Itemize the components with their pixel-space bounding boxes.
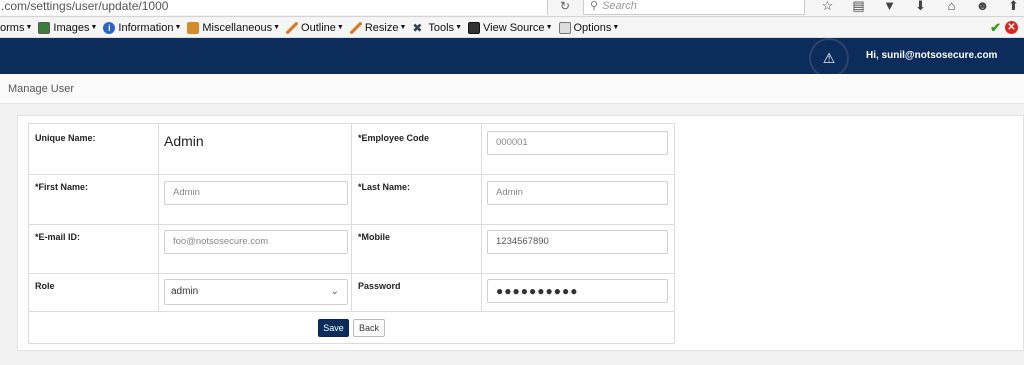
devbar-view-source[interactable]: View Source ▼	[468, 21, 553, 34]
employee-code-input[interactable]: 000001	[487, 131, 668, 155]
user-greeting[interactable]: Hi, sunil@notsosecure.com	[866, 50, 997, 61]
devbar-forms[interactable]: orms ▼	[0, 22, 32, 34]
devbar-miscellaneous-label: Miscellaneous	[202, 21, 273, 34]
password-label: Password	[358, 281, 401, 291]
reload-icon[interactable]: ↻	[552, 0, 578, 15]
role-label-cell: Role	[29, 274, 159, 312]
email-label: *E-mail ID:	[35, 232, 81, 242]
unique-name-label: Unique Name:	[35, 133, 96, 143]
employee-code-value-cell: 000001	[482, 124, 675, 175]
outline-icon	[286, 21, 299, 34]
devbar-resize-label: Resize	[364, 21, 399, 34]
devbar-status: ✔ ✕	[990, 21, 1018, 34]
mobile-input[interactable]: 1234567890	[487, 230, 668, 254]
upload-icon[interactable]: ⬆	[998, 0, 1024, 15]
unique-name-value-cell: Admin	[159, 124, 352, 175]
smiley-icon[interactable]: ☻	[967, 0, 998, 15]
resize-icon	[349, 21, 362, 34]
chevron-down-icon: ⌄	[330, 286, 339, 297]
password-value-cell: ●●●●●●●●●●	[482, 274, 675, 312]
back-button[interactable]: Back	[353, 319, 385, 337]
miscellaneous-icon	[187, 21, 200, 34]
error-close-icon[interactable]: ✕	[1005, 21, 1018, 34]
role-label: Role	[35, 281, 55, 291]
employee-code-label: *Employee Code	[358, 133, 430, 143]
address-bar[interactable]: .com/settings/user/update/1000	[0, 0, 548, 15]
browser-nav-icons: ☆ ▤ ▼ ⬇ ⌂ ☻ ⬆ ☰	[812, 0, 1024, 15]
chevron-down-icon: ▼	[399, 24, 407, 31]
devbar-options[interactable]: Options ▼	[558, 21, 620, 34]
devbar-miscellaneous[interactable]: Miscellaneous ▼	[187, 21, 281, 34]
checkmark-icon[interactable]: ✔	[990, 21, 1001, 34]
role-selected-value: admin	[171, 286, 199, 297]
email-value-cell: foo@notsosecure.com	[159, 225, 352, 274]
search-placeholder: Search	[602, 0, 637, 12]
last-name-input[interactable]: Admin	[487, 181, 668, 205]
images-icon	[38, 21, 51, 34]
information-icon: i	[103, 21, 116, 34]
page-title: Manage User	[8, 83, 75, 95]
mobile-label-cell: *Mobile	[352, 225, 482, 274]
browser-search-input[interactable]: ⚲ Search	[583, 0, 805, 15]
devbar-information[interactable]: i Information ▼	[103, 21, 182, 34]
employee-code-label-cell: *Employee Code	[352, 124, 482, 175]
last-name-label: *Last Name:	[358, 182, 411, 192]
email-input[interactable]: foo@notsosecure.com	[164, 230, 348, 254]
last-name-label-cell: *Last Name:	[352, 175, 482, 225]
devbar-forms-label: orms	[0, 21, 25, 34]
chevron-down-icon: ▼	[612, 24, 620, 31]
email-label-cell: *E-mail ID:	[29, 225, 159, 274]
devbar-outline[interactable]: Outline ▼	[286, 21, 344, 34]
reader-view-icon[interactable]: ▤	[843, 0, 874, 15]
devbar-outline-label: Outline	[301, 21, 336, 34]
unique-name-label-cell: Unique Name:	[29, 124, 159, 175]
password-label-cell: Password	[352, 274, 482, 312]
pocket-icon[interactable]: ▼	[874, 0, 905, 15]
first-name-label-cell: *First Name:	[29, 175, 159, 225]
devbar-options-label: Options	[573, 21, 612, 34]
password-input[interactable]: ●●●●●●●●●●	[487, 279, 668, 303]
page-title-bar: Manage User	[0, 74, 1024, 104]
chevron-down-icon: ▼	[336, 24, 344, 31]
last-name-value-cell: Admin	[482, 175, 675, 225]
chevron-down-icon: ▼	[273, 24, 281, 31]
unique-name-value: Admin	[164, 133, 204, 149]
mobile-label: *Mobile	[358, 232, 391, 242]
search-icon: ⚲	[590, 0, 599, 12]
devbar-resize[interactable]: Resize ▼	[349, 21, 407, 34]
home-icon[interactable]: ⌂	[936, 0, 967, 15]
tools-icon: ✖	[412, 20, 423, 35]
first-name-input[interactable]: Admin	[164, 181, 348, 205]
chevron-down-icon: ▼	[455, 24, 462, 31]
save-button[interactable]: Save	[318, 319, 349, 337]
download-icon[interactable]: ⬇	[905, 0, 936, 15]
options-icon	[558, 21, 571, 34]
view-source-icon	[468, 21, 480, 34]
role-value-cell: admin ⌄	[159, 274, 352, 312]
chevron-down-icon: ▼	[90, 24, 98, 31]
devbar-images-label: Images	[53, 21, 90, 34]
first-name-label: *First Name:	[35, 182, 89, 192]
warning-icon: ⚠	[822, 50, 836, 66]
devbar-tools[interactable]: ✖ Tools ▼	[412, 22, 462, 34]
chevron-down-icon: ▼	[25, 24, 33, 31]
role-select[interactable]: admin ⌄	[164, 279, 348, 305]
chevron-down-icon: ▼	[174, 24, 182, 31]
bookmark-star-icon[interactable]: ☆	[812, 0, 843, 15]
devbar-tools-label: Tools	[428, 21, 455, 34]
user-form: Unique Name: Admin *Employee Code 000001…	[28, 123, 675, 344]
chevron-down-icon: ▼	[545, 24, 553, 31]
mobile-value-cell: 1234567890	[482, 225, 675, 274]
alerts-button[interactable]: ⚠	[811, 40, 847, 76]
web-developer-toolbar: orms ▼ Images ▼ i Information ▼ Miscellaneou…	[0, 18, 1024, 38]
app-header: ⚠ Hi, sunil@notsosecure.com	[0, 38, 1024, 76]
devbar-view-source-label: View Source	[483, 21, 545, 34]
first-name-value-cell: Admin	[159, 175, 352, 225]
devbar-images[interactable]: Images ▼	[38, 21, 98, 34]
devbar-information-label: Information	[118, 21, 174, 34]
browser-toolbar: .com/settings/user/update/1000 ↻ ⚲ Search…	[0, 0, 1024, 17]
